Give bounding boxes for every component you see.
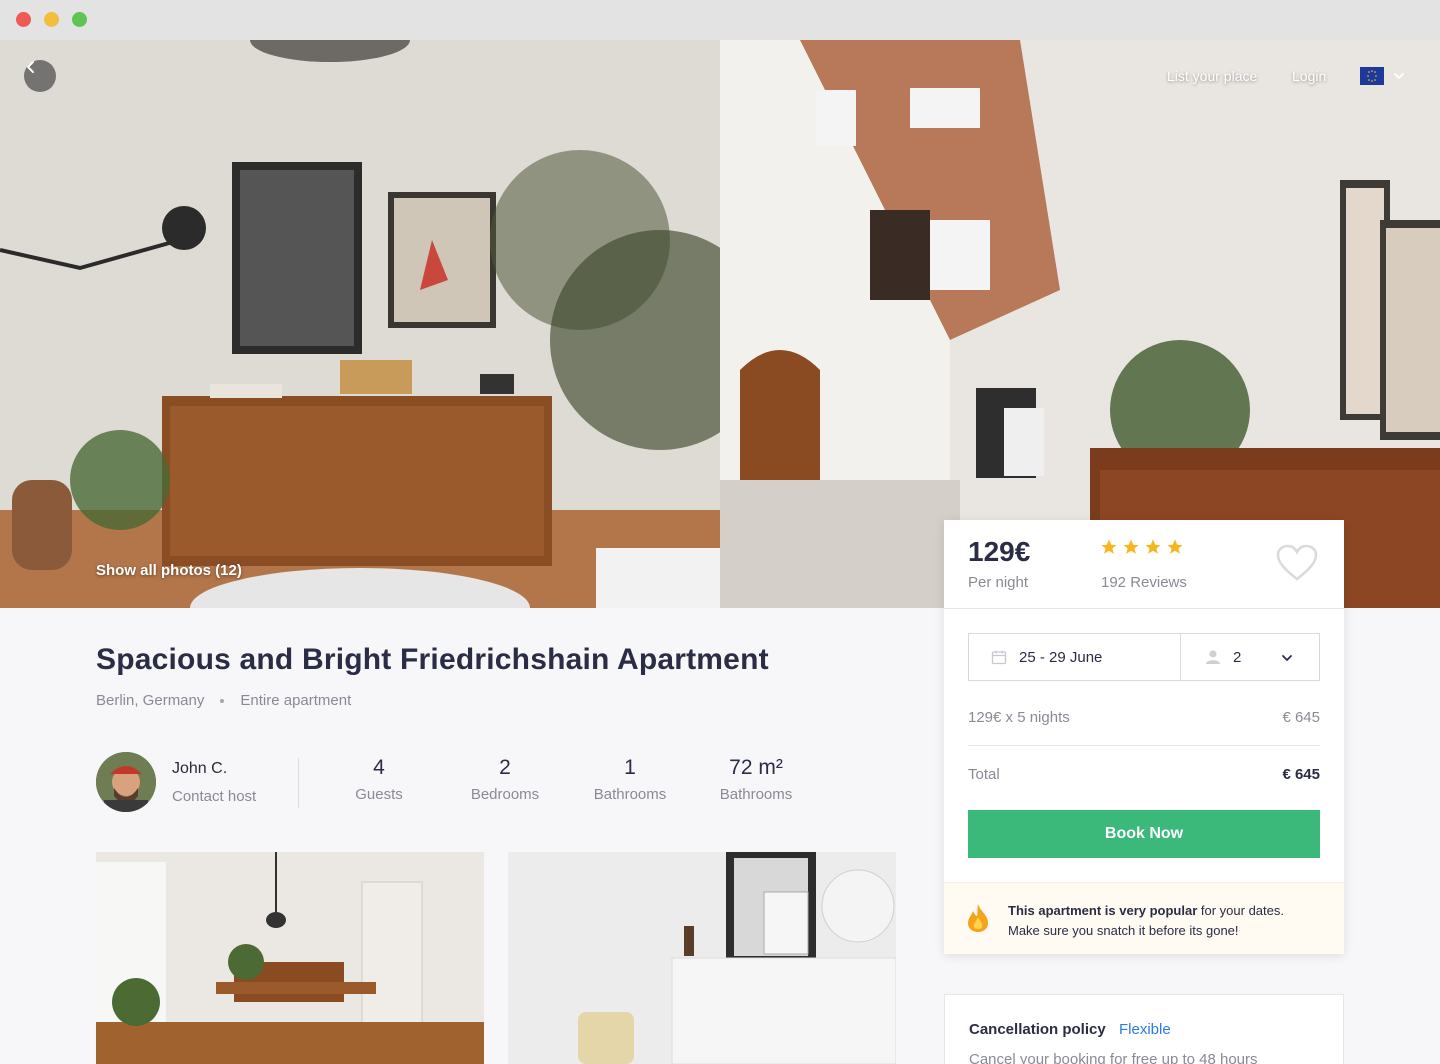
listing-location: Berlin, Germany [96, 692, 205, 709]
cancellation-description: Cancel your booking for free up to 48 ho… [969, 1051, 1258, 1064]
listing-type: Entire apartment [240, 692, 352, 709]
host-avatar[interactable] [96, 752, 156, 812]
stat-guests: 4 Guests [319, 756, 439, 803]
stat-value: 4 [373, 756, 385, 779]
guests-value: 2 [1233, 648, 1242, 666]
nights-price-row: 129€ x 5 nights € 645 [968, 709, 1320, 726]
stat-bathrooms: 1 Bathrooms [570, 756, 690, 803]
star-icon [1101, 539, 1117, 554]
stat-label: Bathrooms [719, 786, 793, 803]
chevron-down-icon [1282, 655, 1292, 661]
reviews-link[interactable]: 192 Reviews [1101, 574, 1187, 591]
popularity-rest: for your dates. [1197, 903, 1284, 918]
stat-value: 72 m² [729, 756, 783, 779]
login-link[interactable]: Login [1292, 68, 1326, 84]
hero-photo-living-room[interactable]: Show all photos (12) [0, 40, 720, 608]
user-icon [1206, 650, 1220, 664]
cancellation-card: Cancellation policy Flexible Cancel your… [944, 994, 1344, 1064]
popularity-text: This apartment is very popular for your … [1008, 901, 1284, 941]
close-window-button[interactable] [16, 12, 31, 27]
maximize-window-button[interactable] [72, 12, 87, 27]
popularity-notice: This apartment is very popular for your … [944, 882, 1344, 954]
per-night-label: Per night [968, 574, 1029, 591]
host-stats-row: John C. Contact host 4 Guests 2 Bedrooms… [96, 752, 816, 812]
rating-stars [1100, 538, 1184, 556]
star-icon [1167, 539, 1183, 554]
price: 129€ [968, 536, 1031, 567]
host-name: John C. [172, 760, 228, 777]
star-icon [1123, 539, 1139, 554]
minimize-window-button[interactable] [44, 12, 59, 27]
nights-label: 129€ x 5 nights [968, 709, 1070, 726]
listing-subline: Berlin, Germany Entire apartment [96, 692, 351, 709]
gallery-thumb-sideboard[interactable] [508, 852, 896, 1064]
stat-bedrooms: 2 Bedrooms [445, 756, 565, 803]
star-icon [1145, 539, 1161, 554]
total-label: Total [968, 766, 1000, 783]
booking-card: 129€ Per night 192 Reviews 25 - 29 June [944, 520, 1344, 954]
calendar-icon [991, 650, 1007, 665]
window-titlebar [0, 0, 1440, 40]
list-your-place-link[interactable]: List your place [1167, 68, 1257, 84]
divider [968, 745, 1320, 746]
chevron-left-icon [27, 61, 34, 73]
flame-icon [968, 904, 988, 932]
popularity-bold: This apartment is very popular [1008, 903, 1198, 918]
cancellation-title: Cancellation policy [969, 1021, 1106, 1038]
stat-value: 1 [624, 756, 636, 779]
back-button[interactable] [24, 60, 56, 92]
date-range-value: 25 - 29 June [1019, 648, 1103, 666]
book-now-button[interactable]: Book Now [968, 810, 1320, 858]
popularity-line2: Make sure you snatch it before its gone! [1008, 923, 1239, 938]
eu-flag-icon[interactable] [1360, 67, 1384, 85]
stat-value: 2 [499, 756, 511, 779]
total-row: Total € 645 [968, 766, 1320, 783]
booking-picker: 25 - 29 June 2 [968, 633, 1320, 681]
contact-host-link[interactable]: Contact host [172, 788, 256, 805]
divider [944, 608, 1344, 609]
favorite-heart-icon[interactable] [1276, 544, 1318, 587]
total-value: € 645 [1282, 766, 1320, 783]
divider [298, 758, 299, 808]
stat-label: Bedrooms [470, 786, 540, 803]
cancellation-policy-link[interactable]: Flexible [1119, 1021, 1171, 1038]
gallery-thumb-dining-room[interactable] [96, 852, 484, 1064]
stat-label: Bathrooms [593, 786, 667, 803]
nights-value: € 645 [1282, 709, 1320, 726]
show-all-photos-link[interactable]: Show all photos (12) [96, 562, 242, 579]
listing-title: Spacious and Bright Friedrichshain Apart… [96, 643, 769, 676]
eu-flag-stars-icon [1360, 67, 1384, 85]
separator-dot [220, 698, 225, 703]
date-range-field[interactable]: 25 - 29 June [969, 634, 1181, 680]
stat-area: 72 m² Bathrooms [696, 756, 816, 803]
guests-select[interactable]: 2 [1181, 634, 1319, 680]
language-chevron-down-icon[interactable] [1393, 69, 1405, 87]
stat-label: Guests [355, 786, 403, 803]
